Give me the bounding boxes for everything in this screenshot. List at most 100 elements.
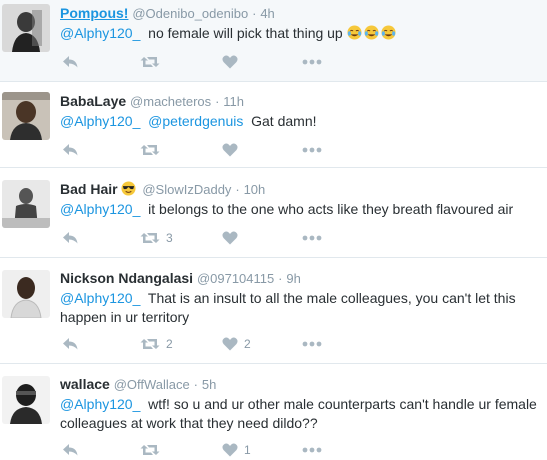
reply-arrow-icon — [63, 444, 78, 456]
tweet-item[interactable]: wallace @OffWallace · 5h @Alphy120_ wtf!… — [0, 364, 547, 457]
retweet-icon — [140, 57, 160, 67]
mention-link[interactable]: @Alphy120_ — [60, 201, 140, 217]
like-count: 1 — [244, 443, 251, 457]
mention-link[interactable]: @peterdgenuis — [148, 113, 243, 129]
separator: · — [278, 271, 283, 286]
mention-link[interactable]: @Alphy120_ — [60, 25, 140, 41]
tweet-item[interactable]: Nickson Ndangalasi @097104115 · 9h @Alph… — [0, 258, 547, 364]
timestamp[interactable]: 10h — [244, 182, 266, 197]
reply-button[interactable] — [62, 52, 79, 72]
tweet-feed: Pompous! @Odenibo_odenibo · 4h @Alphy120… — [0, 0, 547, 457]
mention-link[interactable]: @Alphy120_ — [60, 396, 140, 412]
user-handle[interactable]: @OffWallace — [114, 377, 190, 392]
tweet-actions: 1 — [60, 440, 350, 460]
mention-link[interactable]: @Alphy120_ — [60, 290, 140, 306]
face-with-tears-of-joy-icon — [364, 25, 379, 40]
separator: · — [235, 182, 240, 197]
more-button[interactable] — [302, 334, 322, 354]
tweet-item[interactable]: Pompous! @Odenibo_odenibo · 4h @Alphy120… — [0, 0, 547, 82]
separator: · — [215, 94, 220, 109]
retweet-button[interactable]: 3 — [140, 228, 173, 248]
tweet-header: BabaLaye @macheteros · 11h — [60, 93, 537, 109]
like-button[interactable]: 2 — [222, 334, 251, 354]
more-dots-icon — [302, 447, 322, 453]
tweet-header: Pompous! @Odenibo_odenibo · 4h — [60, 5, 537, 21]
avatar[interactable] — [2, 4, 50, 52]
tweet-text: @Alphy120_ no female will pick that thin… — [60, 24, 541, 43]
retweet-icon — [140, 445, 160, 455]
more-dots-icon — [302, 341, 322, 347]
more-button[interactable] — [302, 228, 322, 248]
reply-button[interactable] — [62, 228, 79, 248]
tweet-body-line: wtf! so u and ur other male counterparts… — [148, 396, 537, 412]
face-with-tears-of-joy-icon — [381, 25, 396, 40]
user-handle[interactable]: @SlowIzDaddy — [142, 182, 231, 197]
timestamp[interactable]: 11h — [223, 94, 244, 109]
retweet-button[interactable]: 2 — [140, 334, 173, 354]
tweet-text: @Alphy120_ That is an insult to all the … — [60, 289, 541, 327]
tweet-header: Bad Hair @SlowIzDaddy · 10h — [60, 181, 537, 197]
separator: · — [193, 377, 199, 392]
user-name[interactable]: wallace — [60, 376, 110, 392]
like-button[interactable] — [222, 228, 244, 248]
more-dots-icon — [302, 147, 322, 153]
heart-icon — [222, 143, 238, 157]
emoji-group — [347, 25, 398, 41]
face-with-tears-of-joy-icon — [347, 25, 362, 40]
tweet-actions — [60, 140, 350, 160]
more-button[interactable] — [302, 440, 322, 460]
mention-link[interactable]: @Alphy120_ — [60, 113, 140, 129]
like-button[interactable] — [222, 52, 244, 72]
separator: · — [252, 6, 257, 21]
like-button[interactable] — [222, 140, 244, 160]
retweet-count: 3 — [166, 231, 173, 245]
timestamp[interactable]: 5h — [202, 377, 216, 392]
tweet-text: @Alphy120_ @peterdgenuis Gat damn! — [60, 112, 541, 131]
user-name[interactable]: Bad Hair — [60, 181, 118, 197]
tweet-body-line: That is an insult to all the male collea… — [147, 290, 516, 306]
reply-arrow-icon — [63, 144, 78, 156]
timestamp[interactable]: 4h — [260, 6, 274, 21]
user-name[interactable]: Pompous! — [60, 5, 128, 21]
reply-button[interactable] — [62, 440, 79, 460]
retweet-button[interactable] — [140, 140, 166, 160]
tweet-header: wallace @OffWallace · 5h — [60, 376, 537, 392]
tweet-body-line: colleagues at work that they need dildo?… — [60, 415, 318, 431]
retweet-icon — [140, 339, 160, 349]
more-button[interactable] — [302, 52, 322, 72]
avatar[interactable] — [2, 92, 50, 140]
reply-button[interactable] — [62, 334, 79, 354]
timestamp[interactable]: 9h — [286, 271, 300, 286]
more-button[interactable] — [302, 140, 322, 160]
tweet-actions — [60, 52, 350, 72]
reply-arrow-icon — [63, 232, 78, 244]
more-dots-icon — [302, 235, 322, 241]
like-button[interactable]: 1 — [222, 440, 251, 460]
retweet-button[interactable] — [140, 52, 166, 72]
heart-icon — [222, 231, 238, 245]
user-handle[interactable]: @macheteros — [130, 94, 211, 109]
tweet-item[interactable]: BabaLaye @macheteros · 11h @Alphy120_ @p… — [0, 82, 547, 168]
tweet-body: no female will pick that thing up — [148, 25, 343, 41]
reply-arrow-icon — [63, 338, 78, 350]
like-count: 2 — [244, 337, 251, 351]
reply-button[interactable] — [62, 140, 79, 160]
avatar[interactable] — [2, 376, 50, 424]
retweet-button[interactable] — [140, 440, 166, 460]
heart-icon — [222, 337, 238, 351]
avatar[interactable] — [2, 180, 50, 228]
user-handle[interactable]: @Odenibo_odenibo — [132, 6, 248, 21]
heart-icon — [222, 55, 238, 69]
tweet-text: @Alphy120_ it belongs to the one who act… — [60, 200, 541, 219]
user-name[interactable]: Nickson Ndangalasi — [60, 270, 193, 286]
tweet-body-line: happen in ur territory — [60, 309, 190, 325]
tweet-item[interactable]: Bad Hair @SlowIzDaddy · 10h @Alphy120_ i… — [0, 168, 547, 258]
avatar[interactable] — [2, 270, 50, 318]
reply-arrow-icon — [63, 56, 78, 68]
retweet-icon — [140, 145, 160, 155]
tweet-body: it belongs to the one who acts like they… — [148, 201, 514, 217]
user-name[interactable]: BabaLaye — [60, 93, 126, 109]
user-handle[interactable]: @097104115 — [197, 271, 274, 286]
more-dots-icon — [302, 59, 322, 65]
tweet-actions: 2 2 — [60, 334, 350, 354]
